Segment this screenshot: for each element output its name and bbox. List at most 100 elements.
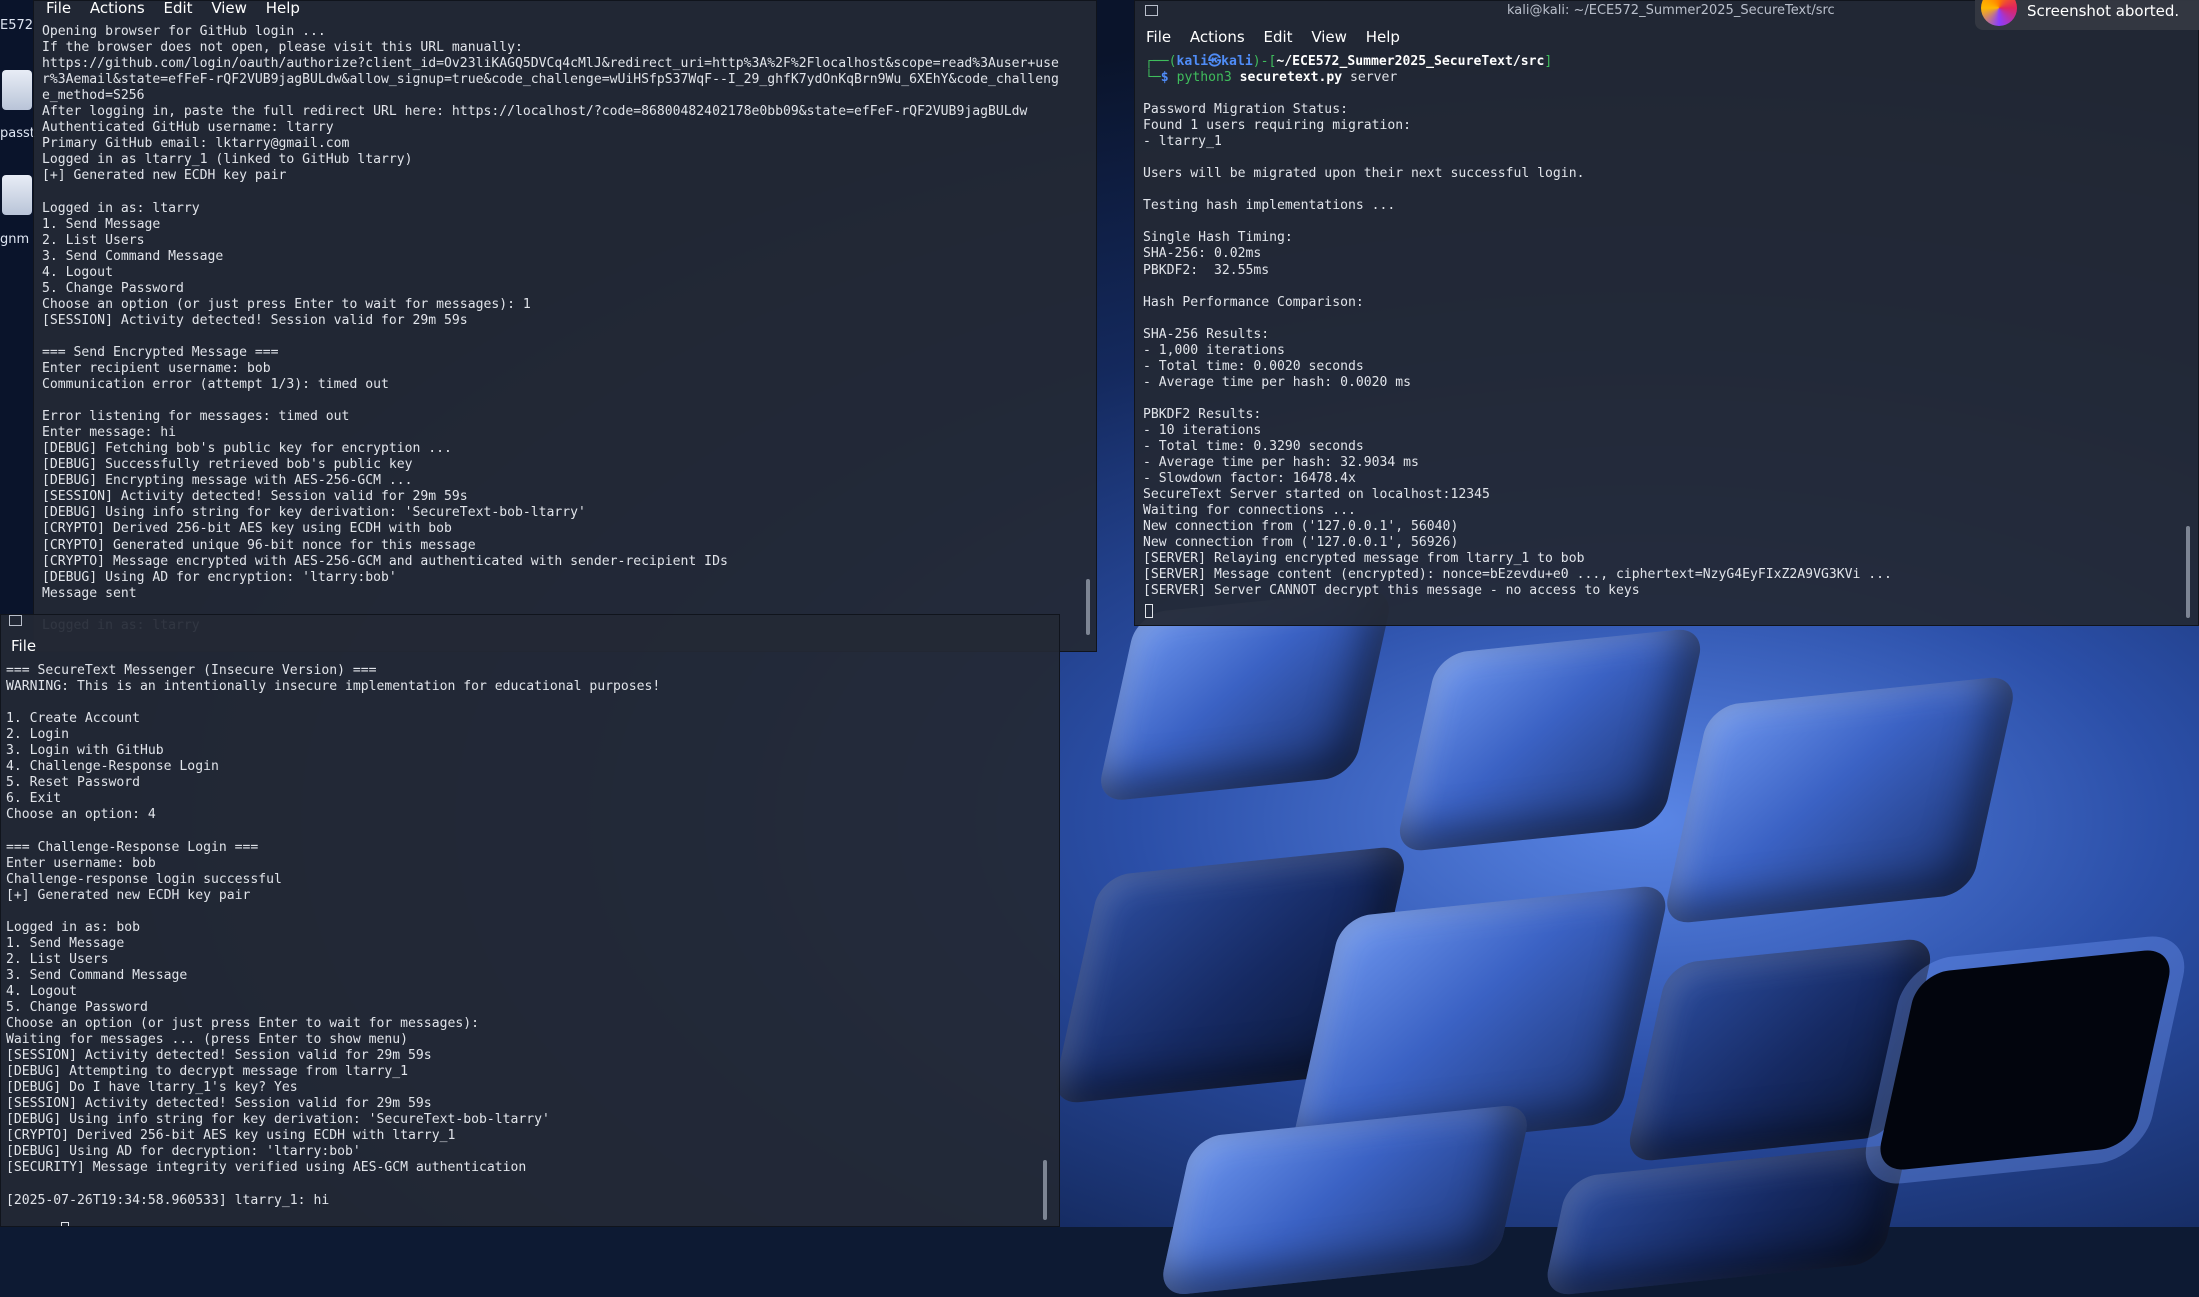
menu-actions[interactable]: Actions (90, 1, 145, 17)
terminal-line: [SERVER] Relaying encrypted message from… (1143, 551, 1585, 567)
wallpaper-cube (1661, 674, 2019, 926)
scrollbar[interactable] (1043, 1160, 1047, 1220)
terminal-line: PBKDF2: 32.55ms (1143, 262, 1270, 278)
terminal-line: Waiting for messages ... (press Enter to… (6, 1032, 409, 1048)
terminal-window-server[interactable]: kali@kali: ~/ECE572_Summer2025_SecureTex… (1134, 0, 2199, 626)
terminal-line: After logging in, paste the full redirec… (42, 104, 1028, 120)
terminal-app-icon (9, 615, 22, 626)
terminal-line: Enter message: hi (42, 425, 177, 441)
terminal-line: Enter username: bob (6, 855, 156, 871)
screenshot-notification[interactable]: Screenshot aborted. (1975, 0, 2199, 30)
terminal-line: Found 1 users requiring migration: (1143, 118, 1412, 134)
menu-help[interactable]: Help (266, 1, 300, 17)
scrollbar[interactable] (2186, 526, 2190, 618)
terminal-line: [SESSION] Activity detected! Session val… (6, 1048, 432, 1064)
terminal-output: === SecureText Messenger (Insecure Versi… (6, 663, 1047, 1209)
terminal-line: [2025-07-26T19:34:58.960533] ltarry_1: h… (6, 1192, 330, 1208)
menu-file[interactable]: File (46, 1, 71, 17)
terminal-line: New connection from ('127.0.0.1', 56926) (1143, 535, 1459, 551)
terminal-line: 2. List Users (42, 232, 145, 248)
terminal-line: If the browser does not open, please vis… (42, 40, 523, 56)
command-name: python3 (1176, 70, 1232, 85)
terminal-line: [SESSION] Activity detected! Session val… (42, 489, 468, 505)
notification-text: Screenshot aborted. (2027, 2, 2180, 20)
desktop-icon-label: E572 (0, 18, 34, 33)
terminal-line: 2. Login (6, 727, 70, 743)
menu-bar: File Actions Edit View Help (1146, 28, 2198, 50)
prompt-symbol: $ (1160, 70, 1169, 85)
app-icon (1981, 0, 2017, 26)
terminal-line: [SESSION] Activity detected! Session val… (6, 1096, 432, 1112)
menu-edit[interactable]: Edit (163, 1, 192, 17)
terminal-line: [SERVER] Server CANNOT decrypt this mess… (1143, 583, 1640, 599)
terminal-line: Error listening for messages: timed out (42, 409, 350, 425)
terminal-line: [DEBUG] Do I have ltarry_1's key? Yes (6, 1080, 298, 1096)
terminal-window-ltarry[interactable]: File Actions Edit View Help Opening brow… (33, 0, 1097, 652)
terminal-line: Password Migration Status: (1143, 102, 1348, 118)
terminal-line: - ltarry_1 (1143, 134, 1222, 150)
terminal-cursor[interactable] (1145, 601, 1153, 620)
prompt-symbol: >> (38, 1223, 62, 1226)
terminal-line: [DEBUG] Attempting to decrypt message fr… (6, 1064, 409, 1080)
terminal-line: 1. Send Message (42, 216, 161, 232)
terminal-line: 4. Logout (42, 264, 113, 280)
terminal-line: Hash Performance Comparison: (1143, 294, 1364, 310)
file-icon[interactable] (2, 70, 32, 110)
terminal-line: - 1,000 iterations (1143, 342, 1285, 358)
menu-view[interactable]: View (1311, 28, 1347, 46)
terminal-line: [DEBUG] Fetching bob's public key for en… (42, 441, 452, 457)
menu-help[interactable]: Help (1366, 28, 1400, 46)
terminal-line: 3. Login with GitHub (6, 743, 164, 759)
terminal-line: [CRYPTO] Message encrypted with AES-256-… (42, 553, 728, 569)
terminal-line: [+] Generated new ECDH key pair (42, 168, 287, 184)
terminal-line: Message sent (42, 585, 137, 601)
menu-file[interactable]: File (11, 637, 36, 655)
terminal-line: - 10 iterations (1143, 422, 1262, 438)
terminal-line: Testing hash implementations ... (1143, 198, 1396, 214)
menu-actions[interactable]: Actions (1190, 28, 1245, 46)
input-prompt[interactable]: >> (6, 1206, 70, 1226)
terminal-line: 4. Logout (6, 983, 77, 999)
terminal-line: SHA-256 Results: (1143, 326, 1270, 342)
terminal-line: [SECURITY] Message integrity verified us… (6, 1160, 527, 1176)
terminal-line: [DEBUG] Using AD for decryption: 'ltarry… (6, 1144, 361, 1160)
terminal-line: 3. Send Command Message (42, 248, 224, 264)
terminal-line: Waiting for connections ... (1143, 503, 1356, 519)
prompt-path: ~/ECE572_Summer2025_SecureText/src (1276, 54, 1545, 69)
terminal-line: 5. Reset Password (6, 775, 141, 791)
terminal-line: Communication error (attempt 1/3): timed… (42, 377, 389, 393)
terminal-line: - Slowdown factor: 16478.4x (1143, 471, 1356, 487)
menu-view[interactable]: View (211, 1, 247, 17)
menu-file[interactable]: File (1146, 28, 1171, 46)
terminal-output: Opening browser for GitHub login ... If t… (42, 24, 1084, 634)
terminal-window-bob[interactable]: File === SecureText Messenger (Insecure … (0, 614, 1060, 1227)
terminal-line: [DEBUG] Using AD for encryption: 'ltarry… (42, 569, 397, 585)
desktop-icon-label: gnm (0, 232, 30, 247)
terminal-line: 3. Send Command Message (6, 967, 188, 983)
terminal-line: [SERVER] Message content (encrypted): no… (1143, 567, 1892, 583)
terminal-line: [+] Generated new ECDH key pair (6, 887, 251, 903)
wallpaper-cube (1542, 1143, 1908, 1297)
terminal-output: Password Migration Status: Found 1 users … (1143, 86, 2186, 600)
terminal-line: SHA-256: 0.02ms (1143, 246, 1262, 262)
scrollbar[interactable] (1086, 579, 1090, 635)
terminal-app-icon (1145, 5, 1158, 16)
terminal-line: - Total time: 0.0020 seconds (1143, 358, 1364, 374)
file-icon[interactable] (2, 175, 32, 215)
terminal-line: Challenge-response login successful (6, 871, 282, 887)
menu-edit[interactable]: Edit (1263, 28, 1292, 46)
menu-bar: File (11, 637, 1059, 659)
terminal-line: e_method=S256 (42, 88, 145, 104)
menu-bar: File Actions Edit View Help (46, 1, 1096, 21)
terminal-line: WARNING: This is an intentionally insecu… (6, 679, 661, 695)
